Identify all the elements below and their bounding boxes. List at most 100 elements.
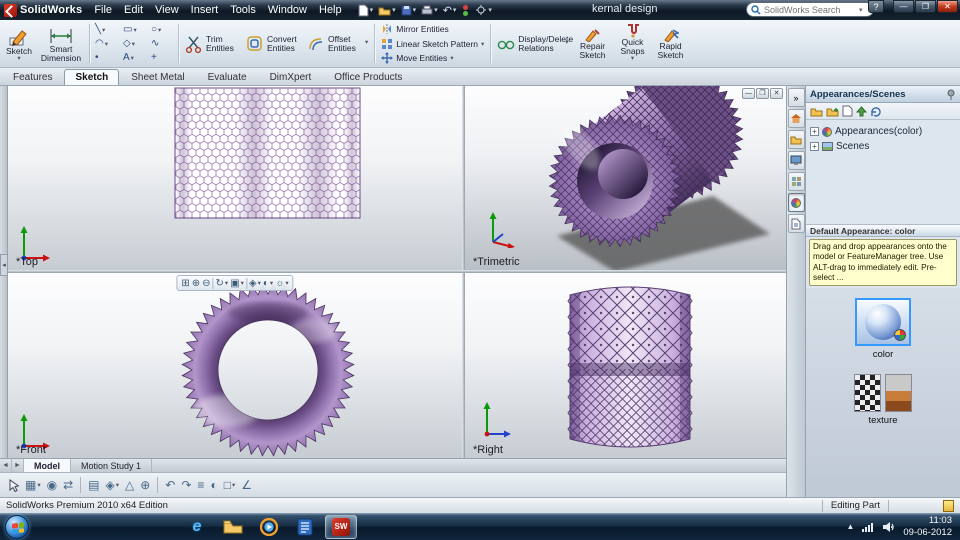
open-icon[interactable]: ▾: [376, 4, 398, 17]
rust-texture-thumbnail[interactable]: [885, 374, 912, 412]
clock[interactable]: 11:03 09-06-2012: [903, 515, 952, 538]
tab-sheet-metal[interactable]: Sheet Metal: [120, 69, 195, 85]
zoom-in-icon[interactable]: ⊕: [192, 278, 200, 289]
diamond-icon[interactable]: ◈ ▾: [104, 477, 122, 493]
repair-sketch-button[interactable]: Repair Sketch: [572, 22, 614, 65]
feature-manager-expand-button[interactable]: ◂: [0, 254, 8, 276]
collapse-icon[interactable]: »: [787, 88, 805, 107]
maximize-button[interactable]: ❐: [915, 0, 936, 13]
close-button[interactable]: ✕: [937, 0, 958, 13]
appearances-icon[interactable]: [787, 193, 805, 212]
linear-sketch-pattern-button[interactable]: Linear Sketch Pattern ▾: [378, 37, 487, 51]
solidworks-icon[interactable]: SW: [325, 514, 357, 539]
offset-entities-button[interactable]: Offset Entities ▾: [304, 22, 371, 65]
checker-texture-thumbnail[interactable]: [854, 374, 881, 412]
folder-icon[interactable]: [217, 515, 249, 539]
network-icon[interactable]: [861, 521, 875, 533]
viewport-right[interactable]: *Right: [465, 273, 786, 458]
expander-icon[interactable]: +: [810, 142, 819, 151]
menu-view[interactable]: View: [149, 2, 185, 18]
grid-icon[interactable]: ▦ ▾: [23, 477, 43, 493]
quick-snaps-button[interactable]: Quick Snaps ▾: [614, 22, 652, 65]
options-icon[interactable]: ▾: [473, 3, 494, 17]
file-explorer-icon[interactable]: [787, 151, 805, 170]
sketch-button[interactable]: Sketch ▾: [2, 22, 36, 65]
rebuild-icon[interactable]: [459, 3, 472, 18]
up-level-icon[interactable]: [856, 105, 867, 117]
save-icon[interactable]: ▾: [399, 4, 419, 17]
tab-sketch[interactable]: Sketch: [64, 69, 120, 85]
tab-features[interactable]: Features: [2, 69, 63, 85]
display-style-icon[interactable]: ◈ ▾: [249, 278, 261, 289]
viewport-trimetric[interactable]: — ❐ ✕ *Trimetric: [465, 86, 786, 270]
tab-evaluate[interactable]: Evaluate: [197, 69, 258, 85]
tab-scroll-right-icon[interactable]: ►: [12, 459, 24, 472]
media-player-icon[interactable]: [253, 515, 285, 539]
zoom-out-icon[interactable]: ⊖: [202, 278, 210, 289]
tags-icon[interactable]: [943, 499, 954, 512]
tree-item-appearances[interactable]: + Appearances(color): [808, 124, 958, 139]
hidden-icons-chevron[interactable]: ▲: [846, 522, 854, 531]
save-file-icon[interactable]: [842, 105, 853, 117]
model-tab[interactable]: Model: [24, 459, 71, 472]
viewport-minimize-button[interactable]: —: [742, 88, 755, 99]
layers-icon[interactable]: ▤: [86, 477, 101, 493]
point-tool[interactable]: •: [93, 51, 119, 65]
angle-icon[interactable]: ∠: [239, 477, 254, 493]
search-box[interactable]: ▾: [746, 2, 874, 17]
refresh-icon[interactable]: [870, 106, 882, 117]
polygon-tool[interactable]: ◇ ▾: [121, 37, 147, 51]
tab-scroll-left-icon[interactable]: ◄: [0, 459, 12, 472]
select-icon[interactable]: [6, 478, 21, 493]
documents-icon[interactable]: [289, 515, 321, 539]
viewport-restore-button[interactable]: ❐: [756, 88, 769, 99]
motion-study-tab[interactable]: Motion Study 1: [71, 459, 153, 472]
standard-views-icon[interactable]: ▣ ▾: [230, 278, 244, 289]
help-button[interactable]: ?: [868, 0, 884, 13]
arc-tool[interactable]: ◠ ▾: [93, 37, 119, 51]
open-folder-icon[interactable]: [810, 106, 823, 117]
redo-icon[interactable]: ↷: [179, 477, 193, 493]
add-icon[interactable]: ⊕: [138, 477, 152, 493]
menu-edit[interactable]: Edit: [118, 2, 149, 18]
undo-icon[interactable]: ↶ ▾: [441, 3, 459, 18]
trim-entities-button[interactable]: Trim Entities: [182, 22, 243, 65]
custom-properties-icon[interactable]: [787, 214, 805, 233]
menu-file[interactable]: File: [88, 2, 118, 18]
zoom-fit-icon[interactable]: ⊞: [181, 278, 189, 289]
design-library-icon[interactable]: [787, 130, 805, 149]
menu-window[interactable]: Window: [262, 2, 313, 18]
list-icon[interactable]: ≡: [195, 477, 206, 493]
horizontal-splitter[interactable]: [8, 270, 786, 273]
swap-icon[interactable]: ⇄: [61, 477, 75, 493]
expander-icon[interactable]: +: [810, 127, 819, 136]
triangle-icon[interactable]: △: [123, 477, 136, 493]
start-button[interactable]: [5, 514, 29, 539]
text-tool[interactable]: A ▾: [121, 51, 147, 65]
rapid-sketch-button[interactable]: Rapid Sketch: [652, 22, 690, 65]
undo-icon[interactable]: ↶: [163, 477, 177, 493]
centerline-tool[interactable]: +: [149, 51, 175, 65]
menu-insert[interactable]: Insert: [185, 2, 225, 18]
hide-show-icon[interactable]: ◐ ▾: [263, 278, 273, 289]
smart-dimension-button[interactable]: Smart Dimension: [36, 22, 86, 65]
internet-explorer-icon[interactable]: e: [181, 515, 213, 539]
new-icon[interactable]: ▾: [356, 3, 376, 18]
menu-help[interactable]: Help: [313, 2, 348, 18]
viewport-front[interactable]: ⊞ ⊕ ⊖ ↻ ▾ ▣ ▾ ◈ ▾ ◐ ▾ ☼ ▾ *Front: [8, 273, 462, 458]
tab-dimxpert[interactable]: DimXpert: [259, 69, 323, 85]
color-appearance-thumbnail[interactable]: [855, 298, 911, 346]
volume-icon[interactable]: [882, 521, 896, 533]
box-icon[interactable]: □ ▾: [222, 477, 238, 493]
contrast-icon[interactable]: ◐: [208, 477, 219, 493]
line-tool[interactable]: ╲ ▾: [93, 23, 119, 37]
convert-entities-button[interactable]: Convert Entities: [243, 22, 304, 65]
appearance-icon[interactable]: ☼ ▾: [275, 278, 288, 289]
move-entities-button[interactable]: Move Entities ▾: [378, 51, 487, 65]
pin-icon[interactable]: [946, 89, 956, 100]
menu-tools[interactable]: Tools: [224, 2, 262, 18]
resources-icon[interactable]: [787, 109, 805, 128]
circle-tool[interactable]: ○ ▾: [149, 23, 175, 37]
viewport-close-button[interactable]: ✕: [770, 88, 783, 99]
tree-item-scenes[interactable]: + Scenes: [808, 139, 958, 154]
